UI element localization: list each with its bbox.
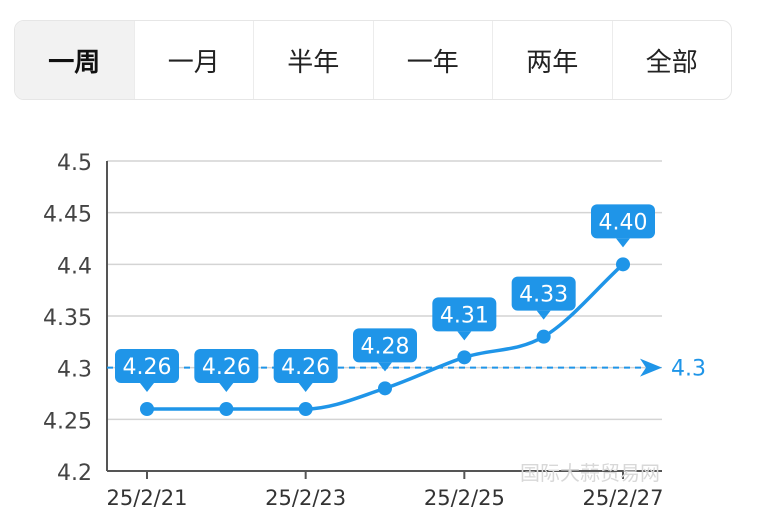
data-label: 4.26 — [281, 355, 330, 380]
data-label: 4.26 — [202, 355, 251, 380]
y-tick-label: 4.5 — [57, 151, 92, 176]
reference-label: 4.3 — [671, 357, 706, 382]
data-label-pointer — [219, 383, 234, 392]
y-tick-label: 4.4 — [57, 254, 92, 279]
x-tick-label: 25/2/27 — [583, 486, 664, 510]
data-point — [536, 329, 551, 344]
data-point — [140, 402, 154, 416]
data-point — [219, 402, 234, 416]
x-tick-label: 25/2/23 — [265, 486, 346, 510]
data-label-pointer — [536, 310, 551, 320]
y-tick-label: 4.3 — [57, 358, 92, 383]
watermark: 国际大蒜贸易网 — [520, 461, 660, 485]
data-label-pointer — [298, 383, 313, 392]
data-label: 4.33 — [519, 283, 568, 308]
data-point — [298, 402, 313, 416]
data-point — [378, 381, 392, 396]
data-label: 4.31 — [440, 303, 489, 328]
data-label-pointer — [140, 383, 154, 392]
x-tick-label: 25/2/25 — [424, 486, 505, 510]
y-tick-label: 4.35 — [43, 306, 92, 331]
data-label-pointer — [616, 238, 630, 248]
data-label-pointer — [457, 331, 472, 341]
y-tick-label: 4.45 — [43, 203, 92, 228]
data-label: 4.28 — [361, 334, 410, 359]
data-point — [457, 350, 472, 365]
price-line-chart: 4.2 4.25 4.3 4.35 4.4 4.45 4.5 25/2/21 25/2/23 25… — [43, 151, 706, 510]
data-label: 4.40 — [599, 210, 648, 235]
data-point — [616, 257, 630, 272]
y-tick-label: 4.2 — [57, 461, 92, 486]
y-tick-label: 4.25 — [43, 409, 92, 434]
x-tick-label: 25/2/21 — [107, 486, 188, 510]
data-label: 4.26 — [123, 355, 172, 380]
data-label-pointer — [378, 362, 392, 372]
